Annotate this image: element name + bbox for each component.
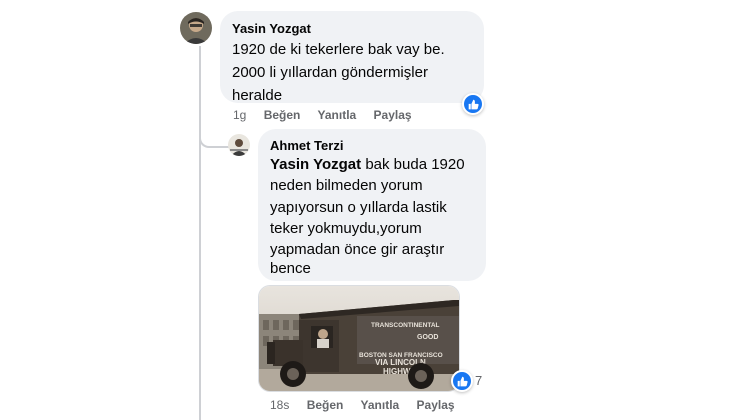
thread-connector [199,126,231,148]
reply-text-line-6: bence [270,260,311,277]
thread-line [199,46,201,420]
comment-bubble: Yasin Yozgat 1920 de ki tekerlere bak va… [220,11,484,104]
comment-text-line-1: 1920 de ki tekerlere bak vay be. [232,41,445,58]
reply-text-line-1: Yasin Yozgat bak buda 1920 [270,153,465,176]
comment-text-line-3: heralde [232,87,283,104]
reply-bubble: Ahmet Terzi Yasin Yozgat bak buda 1920 n… [258,129,486,281]
comment-timestamp[interactable]: 1g [233,108,246,122]
reaction-count[interactable]: 7 [475,373,482,388]
share-button[interactable]: Paylaş [417,398,455,412]
reply-text-line-3: yapıyorsun o yıllarda lastik [270,199,447,216]
like-thumb-icon [457,376,468,386]
reply-photo[interactable]: TRANSCONTINENTAL GOOD BOSTON SAN FRANCIS… [258,285,460,392]
sign-text-2: GOOD [417,334,438,341]
like-thumb-icon [468,99,479,109]
reply-text-line-2: neden bilmeden yorum [270,177,423,194]
share-button[interactable]: Paylaş [374,108,412,122]
reply-actions: 18s Beğen Yanıtla Paylaş [270,398,469,412]
comment-actions: 1g Beğen Yanıtla Paylaş [233,108,426,122]
comment-text-line-2: 2000 li yıllardan göndermişler [232,64,428,81]
mention-link[interactable]: Yasin Yozgat [270,156,361,173]
avatar[interactable] [180,12,212,44]
sign-text-1: TRANSCONTINENTAL [371,322,440,329]
avatar-photo [180,12,212,44]
truck-photo: TRANSCONTINENTAL GOOD BOSTON SAN FRANCIS… [259,286,459,391]
avatar-photo [228,134,250,156]
reply-text-rest: bak buda 1920 [361,156,465,173]
reply-text-line-4: teker yokmuydu,yorum [270,220,422,237]
reply-timestamp[interactable]: 18s [270,398,289,412]
like-button[interactable]: Beğen [264,108,301,122]
reaction-badge[interactable] [462,93,484,115]
reply-avatar[interactable] [228,134,250,156]
reply-button[interactable]: Yanıtla [318,108,357,122]
reply-author[interactable]: Ahmet Terzi [270,138,343,153]
like-button[interactable]: Beğen [307,398,344,412]
reply-button[interactable]: Yanıtla [361,398,400,412]
comment-author[interactable]: Yasin Yozgat [232,21,311,36]
reply-reaction-badge[interactable] [451,370,473,392]
